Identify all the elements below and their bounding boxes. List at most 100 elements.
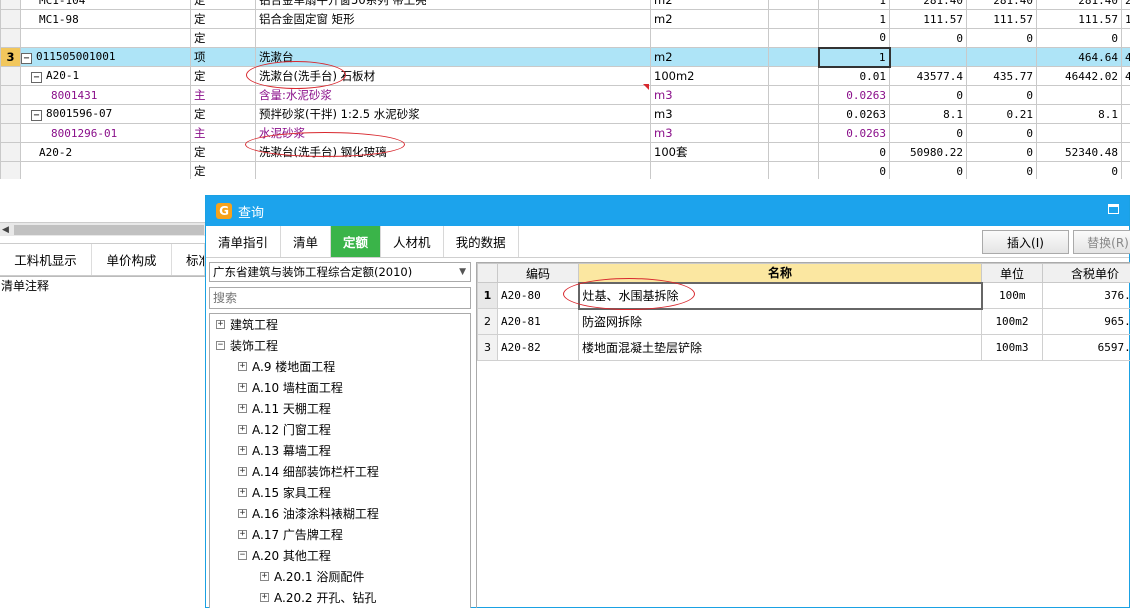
header-name[interactable]: 名称 bbox=[578, 263, 982, 283]
row-amount[interactable]: 0 bbox=[966, 85, 1037, 105]
quota-unit[interactable]: 100m bbox=[981, 282, 1043, 309]
row-name[interactable]: 铝合金单扇平开窗50系列 带上亮 bbox=[255, 0, 651, 10]
row-unit[interactable] bbox=[650, 161, 769, 179]
collapse-icon[interactable]: − bbox=[31, 72, 42, 83]
row-index[interactable] bbox=[0, 0, 21, 10]
tab-bill[interactable]: 清单 bbox=[281, 226, 332, 257]
tab-standard[interactable]: 标准 bbox=[172, 244, 205, 275]
quota-code[interactable]: A20-80 bbox=[497, 282, 579, 309]
budget-row[interactable]: −8001596-07 定预拌砂浆(干拌) 1:2.5 水泥砂浆 m3 0.0263 8… bbox=[0, 104, 1130, 124]
expand-icon[interactable]: + bbox=[238, 467, 247, 476]
row-quantity[interactable]: 1 bbox=[818, 0, 890, 10]
budget-row[interactable]: − A20-1 定洗漱台(洗手台) 石板材 100m2 0.01 43577.4 435.7… bbox=[0, 66, 1130, 86]
quota-row-number[interactable]: 2 bbox=[477, 308, 498, 335]
expand-icon[interactable]: + bbox=[216, 320, 225, 329]
row-total[interactable]: 0 bbox=[1121, 28, 1130, 48]
row-amount[interactable]: 0.21 bbox=[966, 104, 1037, 124]
row-total-price[interactable]: 111.57 bbox=[1036, 9, 1122, 29]
quota-row-number[interactable]: 3 bbox=[477, 334, 498, 361]
row-name[interactable]: 洗漱台(洗手台) 钢化玻璃 bbox=[255, 142, 651, 162]
row-amount[interactable] bbox=[966, 47, 1037, 67]
tree-node[interactable]: + A.10 墙柱面工程 bbox=[210, 377, 470, 398]
row-type[interactable]: 定 bbox=[190, 142, 256, 162]
replace-button[interactable]: 替换(R) bbox=[1073, 230, 1130, 254]
row-code[interactable]: −011505001001 bbox=[20, 47, 191, 67]
row-total-price[interactable] bbox=[1036, 123, 1122, 143]
horizontal-scrollbar[interactable]: ◀ bbox=[0, 222, 205, 236]
budget-row[interactable]: MC1-104 定铝合金单扇平开窗50系列 带上亮 m2 1 281.40 281.40 2… bbox=[0, 0, 1130, 10]
row-type[interactable]: 定 bbox=[190, 0, 256, 10]
tree-node[interactable]: − 装饰工程 bbox=[210, 335, 470, 356]
row-unit[interactable] bbox=[650, 28, 769, 48]
expand-icon[interactable]: + bbox=[238, 362, 247, 371]
budget-row[interactable]: 8001296-01 主水泥砂浆 m3 0.0263 0 0 bbox=[0, 123, 1130, 143]
row-code[interactable]: 8001296-01 bbox=[20, 123, 191, 143]
row-spacer[interactable] bbox=[768, 85, 819, 105]
expand-icon[interactable]: + bbox=[260, 572, 269, 581]
collapse-icon[interactable]: − bbox=[31, 110, 42, 121]
row-quantity[interactable]: 0.0263 bbox=[818, 104, 890, 124]
row-name[interactable]: 预拌砂浆(干拌) 1:2.5 水泥砂浆 bbox=[255, 104, 651, 124]
row-name[interactable] bbox=[255, 161, 651, 179]
row-code[interactable]: −8001596-07 bbox=[20, 104, 191, 124]
tab-quota[interactable]: 定额 bbox=[331, 226, 382, 257]
quota-price[interactable]: 376.98 bbox=[1042, 282, 1130, 309]
row-price[interactable]: 8.1 bbox=[889, 104, 967, 124]
row-unit[interactable]: 100套 bbox=[650, 142, 769, 162]
tree-node[interactable]: + A.20.2 开孔、钻孔 bbox=[210, 587, 470, 608]
quota-unit[interactable]: 100m2 bbox=[981, 308, 1043, 335]
library-select[interactable]: 广东省建筑与装饰工程综合定额(2010) ▼ bbox=[209, 262, 471, 282]
row-index[interactable] bbox=[0, 123, 21, 143]
row-amount[interactable]: 111.57 bbox=[966, 9, 1037, 29]
quota-row[interactable]: 2A20-81防盗网拆除100m2965.49 bbox=[477, 308, 1130, 335]
row-quantity[interactable]: 0 bbox=[818, 142, 890, 162]
row-quantity[interactable]: 0 bbox=[818, 28, 890, 48]
row-quantity[interactable]: 0 bbox=[818, 161, 890, 179]
budget-grid[interactable]: MC1-104 定铝合金单扇平开窗50系列 带上亮 m2 1 281.40 281.40 2… bbox=[0, 0, 1130, 179]
tree-node[interactable]: + A.17 广告牌工程 bbox=[210, 524, 470, 545]
expand-icon[interactable]: + bbox=[238, 488, 247, 497]
row-spacer[interactable] bbox=[768, 47, 819, 67]
row-type[interactable]: 主 bbox=[190, 85, 256, 105]
row-name[interactable] bbox=[255, 28, 651, 48]
row-unit[interactable]: m2 bbox=[650, 9, 769, 29]
scrollbar-thumb[interactable] bbox=[14, 225, 204, 235]
row-unit[interactable]: m3 bbox=[650, 104, 769, 124]
quota-code[interactable]: A20-81 bbox=[497, 308, 579, 335]
row-total-price[interactable]: 464.64 bbox=[1036, 47, 1122, 67]
row-spacer[interactable] bbox=[768, 28, 819, 48]
row-amount[interactable]: 435.77 bbox=[966, 66, 1037, 86]
row-unit[interactable]: m2 bbox=[650, 47, 769, 67]
chevron-down-icon[interactable]: ▼ bbox=[459, 263, 466, 281]
row-price[interactable]: 0 bbox=[889, 161, 967, 179]
row-name[interactable]: 洗漱台 bbox=[255, 47, 651, 67]
row-spacer[interactable] bbox=[768, 0, 819, 10]
row-total-price[interactable]: 52340.48 bbox=[1036, 142, 1122, 162]
row-index[interactable] bbox=[0, 161, 21, 179]
row-code[interactable] bbox=[20, 28, 191, 48]
budget-row[interactable]: 3−011505001001项洗漱台m21464.64464 bbox=[0, 46, 1130, 68]
row-unit[interactable]: m2 bbox=[650, 0, 769, 10]
quota-row[interactable]: 3A20-82楼地面混凝土垫层铲除100m36597.12 bbox=[477, 334, 1130, 361]
row-code[interactable] bbox=[20, 161, 191, 179]
header-price[interactable]: 含税单价 bbox=[1042, 263, 1130, 283]
row-name[interactable]: 水泥砂浆 bbox=[255, 123, 651, 143]
budget-row[interactable]: A20-2 定洗漱台(洗手台) 钢化玻璃 100套 0 50980.22 0 52340.4… bbox=[0, 142, 1130, 162]
budget-row[interactable]: 定00000 bbox=[0, 28, 1130, 48]
row-total[interactable]: 0 bbox=[1121, 161, 1130, 179]
row-total-price[interactable]: 0 bbox=[1036, 28, 1122, 48]
maximize-icon[interactable] bbox=[1108, 204, 1119, 214]
quota-name[interactable]: 楼地面混凝土垫层铲除 bbox=[578, 334, 982, 361]
row-total[interactable]: 111 bbox=[1121, 9, 1130, 29]
expand-icon[interactable]: + bbox=[238, 446, 247, 455]
row-amount[interactable]: 281.40 bbox=[966, 0, 1037, 10]
quota-price[interactable]: 6597.12 bbox=[1042, 334, 1130, 361]
row-price[interactable]: 50980.22 bbox=[889, 142, 967, 162]
row-amount[interactable]: 0 bbox=[966, 142, 1037, 162]
expand-icon[interactable]: + bbox=[238, 509, 247, 518]
quota-unit[interactable]: 100m3 bbox=[981, 334, 1043, 361]
row-type[interactable]: 定 bbox=[190, 9, 256, 29]
row-quantity[interactable]: 1 bbox=[818, 9, 890, 29]
header-code[interactable]: 编码 bbox=[497, 263, 579, 283]
row-price[interactable]: 111.57 bbox=[889, 9, 967, 29]
